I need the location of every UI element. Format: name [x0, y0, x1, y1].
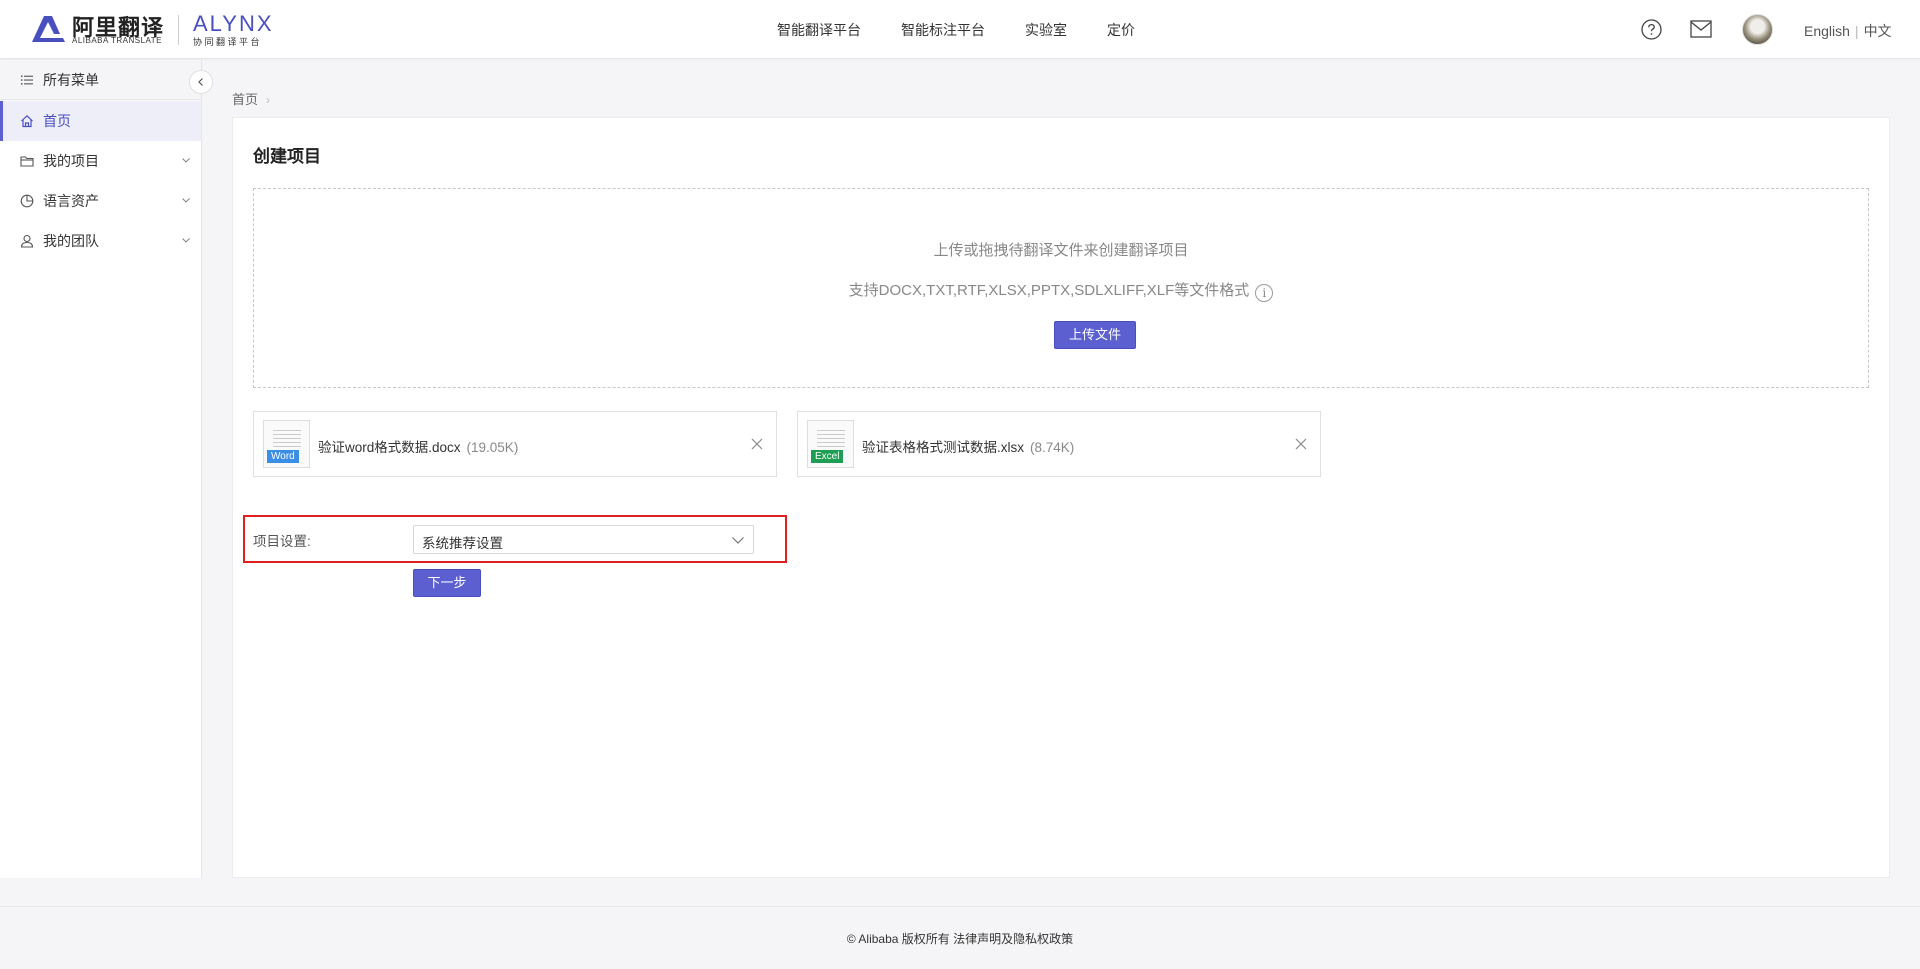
sidebar: 所有菜单 首页 我的项目 语言资产 我的团队	[0, 60, 202, 878]
upload-file-button[interactable]: 上传文件	[1054, 321, 1136, 349]
excel-file-icon: Excel	[807, 420, 854, 468]
user-icon	[20, 234, 34, 248]
dropzone-instruction: 上传或拖拽待翻译文件来创建翻译项目	[933, 242, 1189, 259]
lang-english[interactable]: English	[1804, 23, 1850, 39]
next-step-button[interactable]: 下一步	[413, 569, 481, 597]
sidebar-item-label: 首页	[43, 113, 71, 129]
language-switcher: English | 中文	[1804, 21, 1892, 41]
word-file-icon: Word	[263, 420, 310, 468]
sidebar-item-my-team[interactable]: 我的团队	[0, 221, 201, 261]
info-icon[interactable]: i	[1255, 284, 1274, 302]
file-type-tag: Word	[267, 450, 299, 463]
sidebar-item-label: 所有菜单	[43, 71, 99, 88]
file-name: 验证表格格式测试数据.xlsx	[862, 440, 1024, 455]
folder-icon	[20, 156, 34, 167]
chevron-down-icon	[182, 158, 190, 163]
select-value: 系统推荐设置	[422, 536, 503, 551]
file-dropzone[interactable]: 上传或拖拽待翻译文件来创建翻译项目 支持DOCX,TXT,RTF,XLSX,PP…	[253, 188, 1869, 388]
footer: © Alibaba 版权所有 法律声明及隐私权政策	[846, 932, 1074, 946]
brand-name[interactable]: ALYNX	[193, 11, 274, 37]
chevron-down-icon	[182, 238, 190, 243]
sidebar-item-language-assets[interactable]: 语言资产	[0, 181, 201, 221]
mail-icon[interactable]	[1690, 20, 1712, 38]
file-size: (8.74K)	[1030, 440, 1075, 455]
help-icon[interactable]	[1641, 19, 1662, 40]
sidebar-item-all-menus[interactable]: 所有菜单	[0, 60, 201, 100]
file-type-tag: Excel	[811, 450, 844, 463]
project-settings-select[interactable]: 系统推荐设置	[413, 525, 754, 554]
alibaba-translate-logo-icon[interactable]	[30, 14, 66, 44]
sidebar-item-label: 我的团队	[43, 233, 99, 249]
project-settings-label: 项目设置:	[253, 534, 311, 549]
file-name: 验证word格式数据.docx	[318, 440, 461, 455]
breadcrumb: 首页 ›	[232, 89, 270, 108]
home-icon	[21, 114, 33, 128]
sidebar-collapse-button[interactable]	[189, 70, 213, 94]
lang-separator: |	[1854, 23, 1859, 39]
remove-file-icon[interactable]	[1294, 437, 1308, 451]
sidebar-item-home[interactable]: 首页	[0, 101, 201, 141]
logo-divider	[178, 15, 179, 45]
chevron-down-icon	[732, 537, 744, 544]
nav-lab[interactable]: 实验室	[1025, 20, 1067, 40]
footer-divider	[0, 906, 1920, 907]
chevron-down-icon	[182, 198, 190, 203]
sidebar-item-my-projects[interactable]: 我的项目	[0, 141, 201, 181]
brand-subtitle: 协同翻译平台	[193, 37, 263, 47]
top-nav: 智能翻译平台 智能标注平台 实验室 定价	[777, 20, 1135, 40]
sidebar-item-label: 我的项目	[43, 153, 99, 169]
uploaded-file-card: Excel 验证表格格式测试数据.xlsx (8.74K)	[797, 411, 1321, 477]
nav-smart-translate[interactable]: 智能翻译平台	[777, 20, 861, 40]
lang-chinese[interactable]: 中文	[1864, 23, 1892, 39]
nav-smart-annotate[interactable]: 智能标注平台	[901, 20, 985, 40]
sidebar-item-label: 语言资产	[43, 193, 99, 209]
page-title: 创建项目	[253, 147, 321, 166]
dropzone-formats: 支持DOCX,TXT,RTF,XLSX,PPTX,SDLXLIFF,XLF等文件…	[254, 279, 1868, 302]
logo-subtitle: ALIBABA TRANSLATE	[72, 36, 163, 45]
file-name-row: 验证表格格式测试数据.xlsx (8.74K)	[862, 436, 1074, 456]
nav-pricing[interactable]: 定价	[1107, 20, 1135, 40]
file-name-row: 验证word格式数据.docx (19.05K)	[318, 436, 518, 456]
chevron-left-icon	[198, 78, 203, 86]
create-project-card: 创建项目 上传或拖拽待翻译文件来创建翻译项目 支持DOCX,TXT,RTF,XL…	[232, 117, 1890, 878]
remove-file-icon[interactable]	[750, 437, 764, 451]
menu-list-icon	[21, 75, 33, 85]
breadcrumb-arrow-icon: ›	[266, 93, 271, 107]
avatar[interactable]	[1742, 14, 1773, 45]
pie-chart-icon	[20, 194, 34, 208]
file-size: (19.05K)	[466, 440, 519, 455]
uploaded-file-card: Word 验证word格式数据.docx (19.05K)	[253, 411, 777, 477]
supported-formats-text: 支持DOCX,TXT,RTF,XLSX,PPTX,SDLXLIFF,XLF等文件…	[848, 282, 1250, 299]
breadcrumb-home[interactable]: 首页	[232, 92, 258, 107]
top-header: 阿里翻译 ALIBABA TRANSLATE ALYNX 协同翻译平台 智能翻译…	[0, 0, 1920, 59]
